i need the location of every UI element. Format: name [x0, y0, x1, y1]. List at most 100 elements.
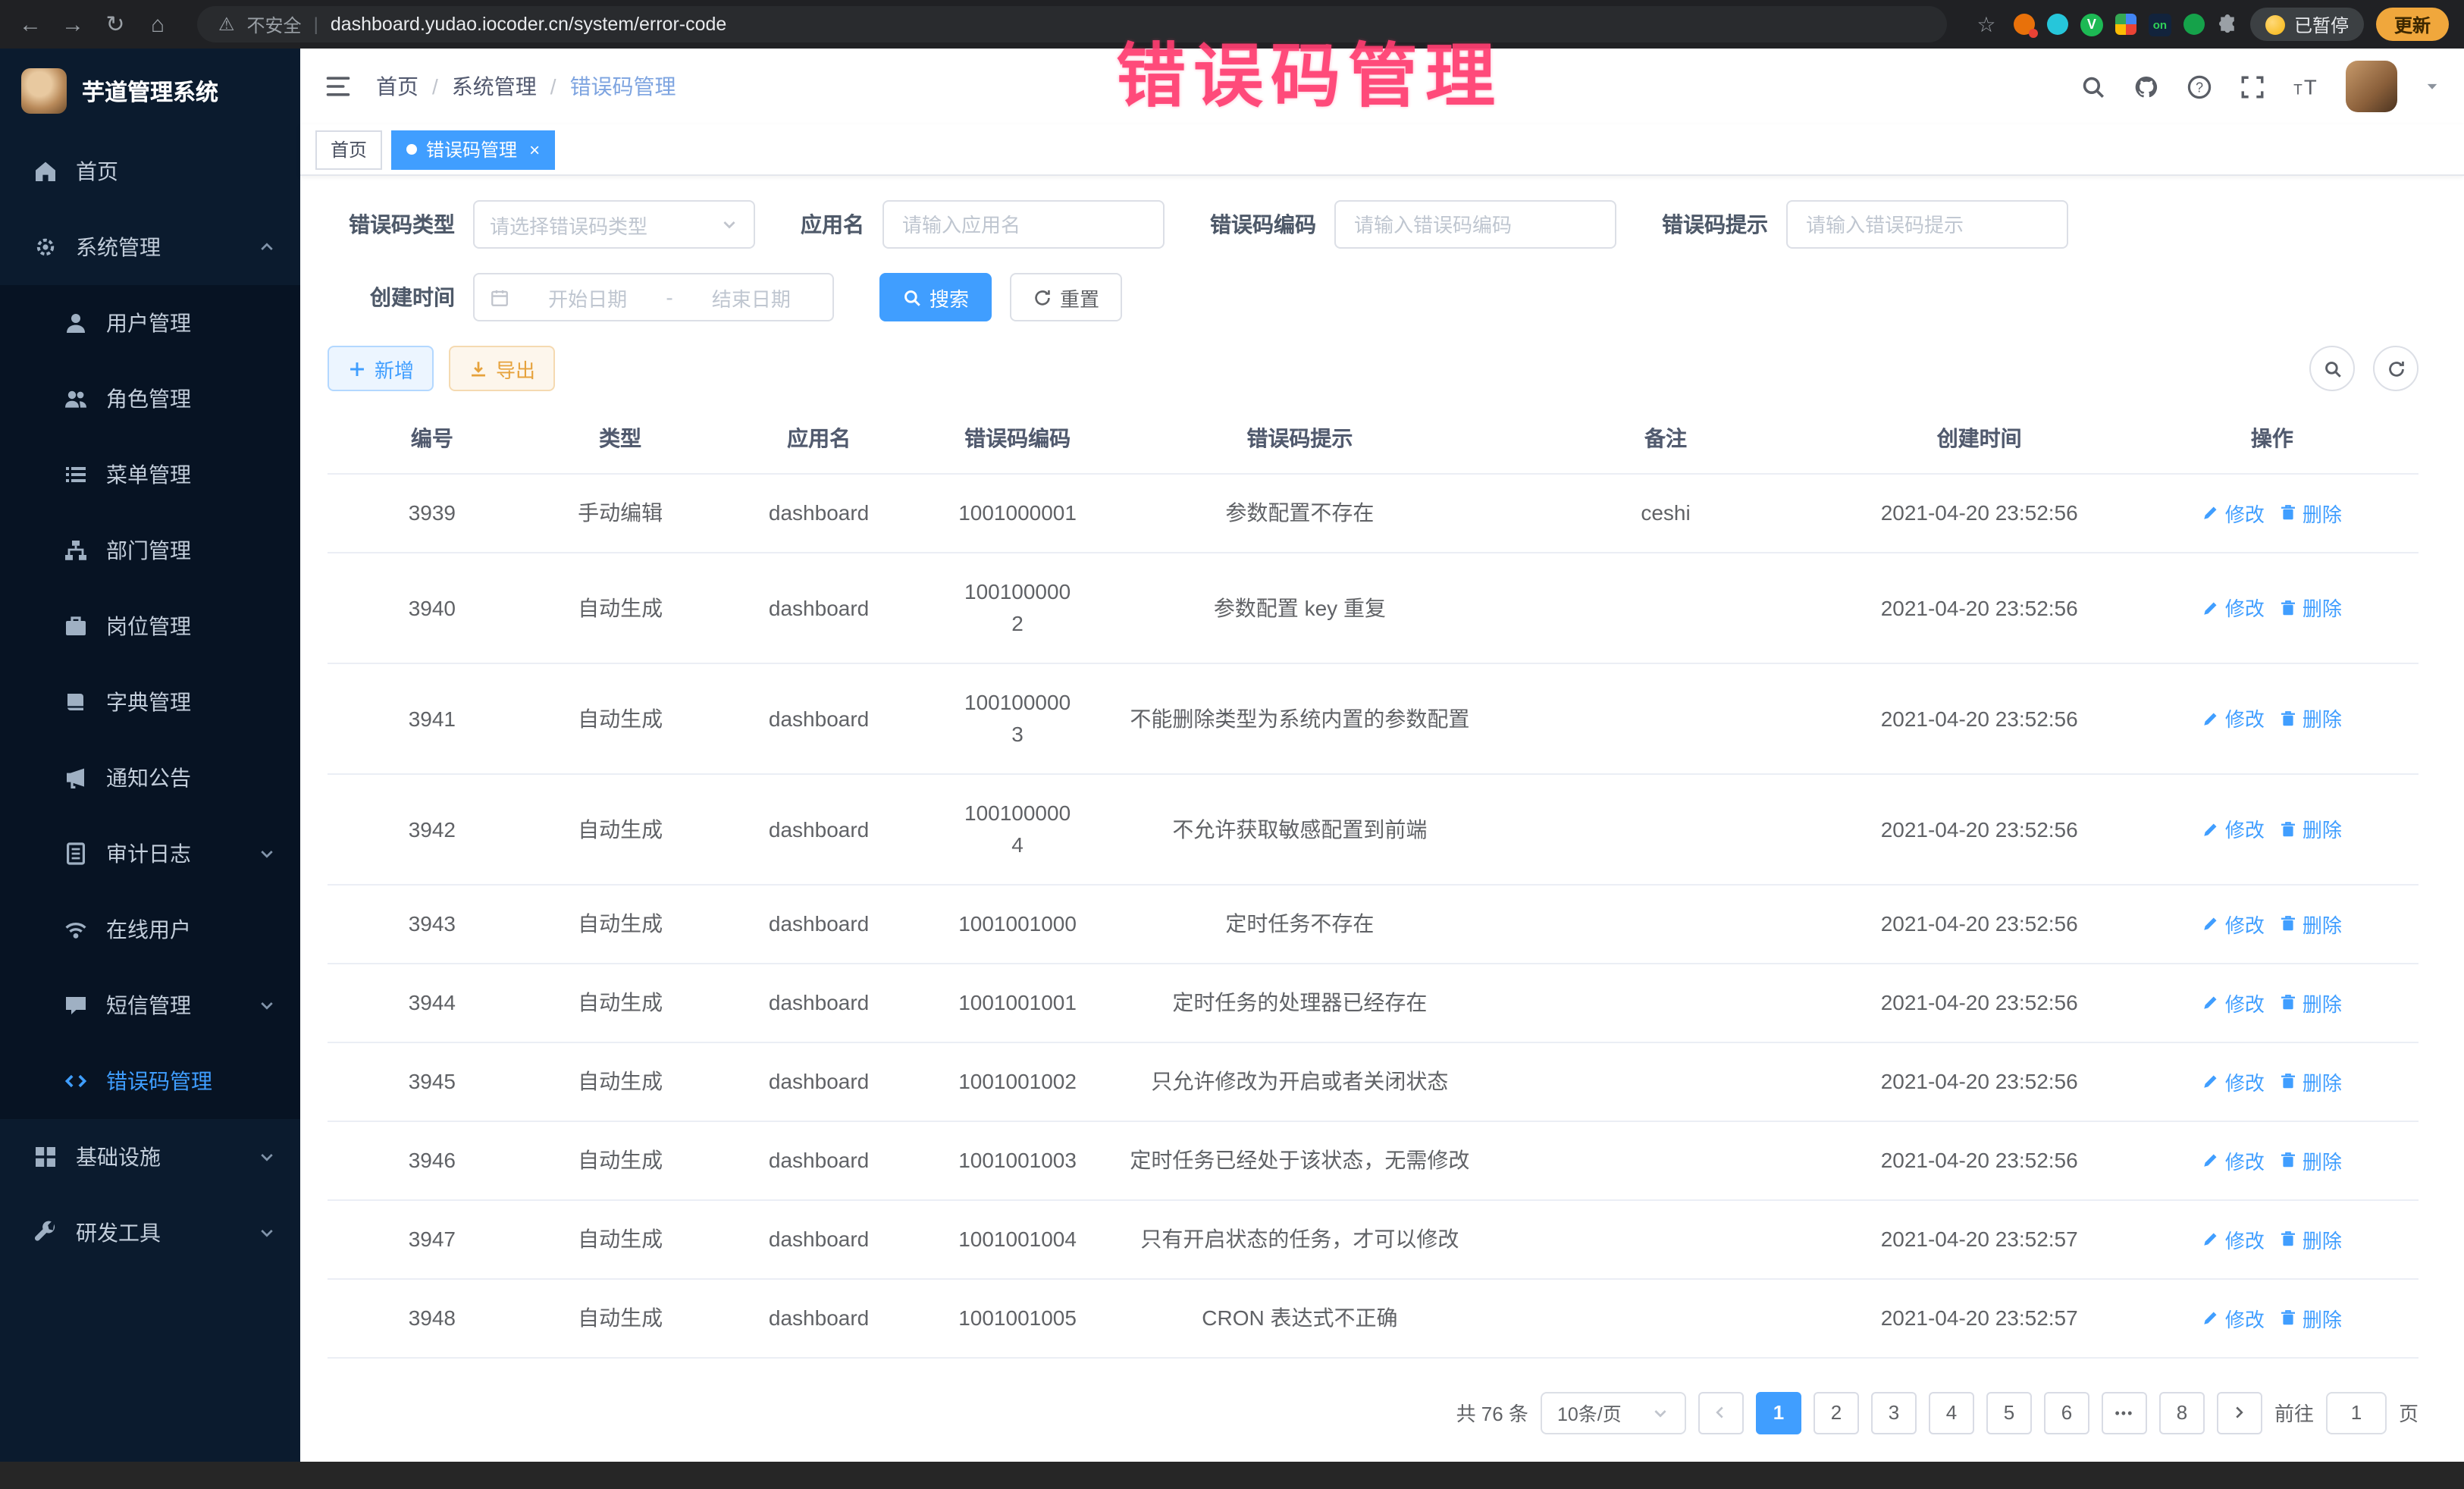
- delete-link[interactable]: 删除: [2280, 498, 2342, 527]
- avatar[interactable]: [2346, 61, 2397, 112]
- sidebar-item[interactable]: 字典管理: [0, 664, 300, 740]
- error-code-input[interactable]: [1334, 200, 1616, 249]
- reset-button[interactable]: 重置: [1010, 273, 1122, 321]
- sidebar-item[interactable]: 短信管理: [0, 967, 300, 1043]
- sidebar-item[interactable]: 在线用户: [0, 892, 300, 967]
- export-button[interactable]: 导出: [449, 346, 555, 391]
- sidebar-item[interactable]: 部门管理: [0, 513, 300, 588]
- error-type-select[interactable]: 请选择错误码类型: [473, 200, 755, 249]
- delete-link[interactable]: 删除: [2280, 1067, 2342, 1096]
- sidebar-item[interactable]: 审计日志: [0, 816, 300, 892]
- forward-icon[interactable]: →: [58, 11, 88, 37]
- delete-link[interactable]: 删除: [2280, 988, 2342, 1017]
- page-size-select[interactable]: 10条/页: [1541, 1391, 1686, 1434]
- more-pages-button[interactable]: •••: [2102, 1391, 2147, 1434]
- sidebar-item[interactable]: 错误码管理: [0, 1043, 300, 1119]
- next-page-button[interactable]: [2217, 1391, 2262, 1434]
- bookmark-star-icon[interactable]: ☆: [1971, 11, 2002, 37]
- cell-remark: [1498, 663, 1832, 773]
- breadcrumb-item[interactable]: 系统管理: [452, 71, 537, 102]
- page-button[interactable]: 3: [1871, 1391, 1917, 1434]
- extension-v-icon[interactable]: V: [2080, 13, 2103, 36]
- edit-link[interactable]: 修改: [2202, 909, 2265, 938]
- page-button[interactable]: 1: [1756, 1391, 1801, 1434]
- page-button[interactable]: 4: [1929, 1391, 1974, 1434]
- delete-link[interactable]: 删除: [2280, 1224, 2342, 1253]
- edit-link[interactable]: 修改: [2202, 1146, 2265, 1174]
- sidebar-item[interactable]: 首页: [0, 133, 300, 209]
- search-icon[interactable]: [2080, 74, 2106, 99]
- delete-link[interactable]: 删除: [2280, 704, 2342, 732]
- cell-app: dashboard: [704, 773, 933, 884]
- cell-app: dashboard: [704, 963, 933, 1042]
- cell-code: 1001000001: [934, 473, 1102, 552]
- fullscreen-icon[interactable]: [2240, 74, 2265, 99]
- sidebar-item[interactable]: 基础设施: [0, 1119, 300, 1195]
- sidebar-item[interactable]: 用户管理: [0, 285, 300, 361]
- edit-link[interactable]: 修改: [2202, 1067, 2265, 1096]
- delete-link[interactable]: 删除: [2280, 1146, 2342, 1174]
- edit-link[interactable]: 修改: [2202, 814, 2265, 843]
- edit-link[interactable]: 修改: [2202, 1224, 2265, 1253]
- sidebar-item[interactable]: 研发工具: [0, 1195, 300, 1271]
- update-button[interactable]: 更新: [2376, 8, 2449, 41]
- address-bar[interactable]: ⚠ 不安全 | dashboard.yudao.iocoder.cn/syste…: [197, 6, 1947, 42]
- goto-page-input[interactable]: [2326, 1391, 2387, 1434]
- sidebar-collapse-icon[interactable]: [324, 73, 352, 100]
- sidebar-item[interactable]: 岗位管理: [0, 588, 300, 664]
- app-name-input[interactable]: [882, 200, 1165, 249]
- page-button[interactable]: 8: [2159, 1391, 2205, 1434]
- page-button[interactable]: 6: [2044, 1391, 2089, 1434]
- plus-icon: [347, 359, 367, 378]
- add-button[interactable]: 新增: [328, 346, 434, 391]
- date-range-picker[interactable]: 开始日期 - 结束日期: [473, 273, 834, 321]
- sidebar-item[interactable]: 通知公告: [0, 740, 300, 816]
- extension-on-icon[interactable]: on: [2149, 13, 2171, 36]
- back-icon[interactable]: ←: [15, 11, 45, 37]
- paused-badge[interactable]: 已暂停: [2250, 8, 2364, 41]
- edit-link[interactable]: 修改: [2202, 704, 2265, 732]
- page-button[interactable]: 2: [1814, 1391, 1859, 1434]
- breadcrumb-separator: /: [432, 74, 438, 99]
- page-button[interactable]: 5: [1986, 1391, 2032, 1434]
- sidebar-item[interactable]: 系统管理: [0, 209, 300, 285]
- edit-link[interactable]: 修改: [2202, 988, 2265, 1017]
- extensions-puzzle-icon[interactable]: [2217, 14, 2238, 35]
- cell-code: 1001001004: [934, 1199, 1102, 1278]
- font-size-icon[interactable]: TT: [2293, 74, 2318, 99]
- github-icon[interactable]: [2133, 74, 2159, 99]
- extension-adblock-icon[interactable]: [2014, 14, 2035, 35]
- url-separator: |: [314, 14, 318, 35]
- extension-teal-icon[interactable]: [2047, 14, 2068, 35]
- caret-down-icon[interactable]: [2425, 79, 2440, 94]
- search-button[interactable]: 搜索: [879, 273, 992, 321]
- view-tab[interactable]: 首页: [315, 130, 382, 169]
- view-tab[interactable]: 错误码管理×: [391, 130, 555, 169]
- help-icon[interactable]: ?: [2187, 74, 2212, 99]
- extension-grid-icon[interactable]: [2115, 14, 2136, 35]
- breadcrumb-item[interactable]: 首页: [376, 71, 419, 102]
- app-name-label: 应用名: [801, 209, 864, 240]
- extension-leaf-icon[interactable]: [2183, 14, 2205, 35]
- edit-link[interactable]: 修改: [2202, 593, 2265, 622]
- sidebar-item[interactable]: 菜单管理: [0, 437, 300, 513]
- sidebar-item[interactable]: 角色管理: [0, 361, 300, 437]
- tab-close-icon[interactable]: ×: [529, 139, 540, 160]
- delete-link[interactable]: 删除: [2280, 593, 2342, 622]
- table-row: 3944自动生成dashboard1001001001定时任务的处理器已经存在2…: [328, 963, 2419, 1042]
- breadcrumb-separator: /: [550, 74, 556, 99]
- delete-link[interactable]: 删除: [2280, 1303, 2342, 1332]
- sidebar-item-label: 研发工具: [76, 1218, 258, 1248]
- edit-link[interactable]: 修改: [2202, 498, 2265, 527]
- refresh-table-button[interactable]: [2373, 346, 2419, 391]
- reload-icon[interactable]: ↻: [100, 11, 130, 38]
- browser-home-icon[interactable]: ⌂: [143, 11, 173, 37]
- refresh-icon: [1033, 287, 1052, 307]
- delete-link[interactable]: 删除: [2280, 814, 2342, 843]
- prev-page-button[interactable]: [1698, 1391, 1744, 1434]
- logo-row[interactable]: 芋道管理系统: [0, 49, 300, 133]
- error-msg-input[interactable]: [1786, 200, 2068, 249]
- toggle-search-button[interactable]: [2309, 346, 2355, 391]
- edit-link[interactable]: 修改: [2202, 1303, 2265, 1332]
- delete-link[interactable]: 删除: [2280, 909, 2342, 938]
